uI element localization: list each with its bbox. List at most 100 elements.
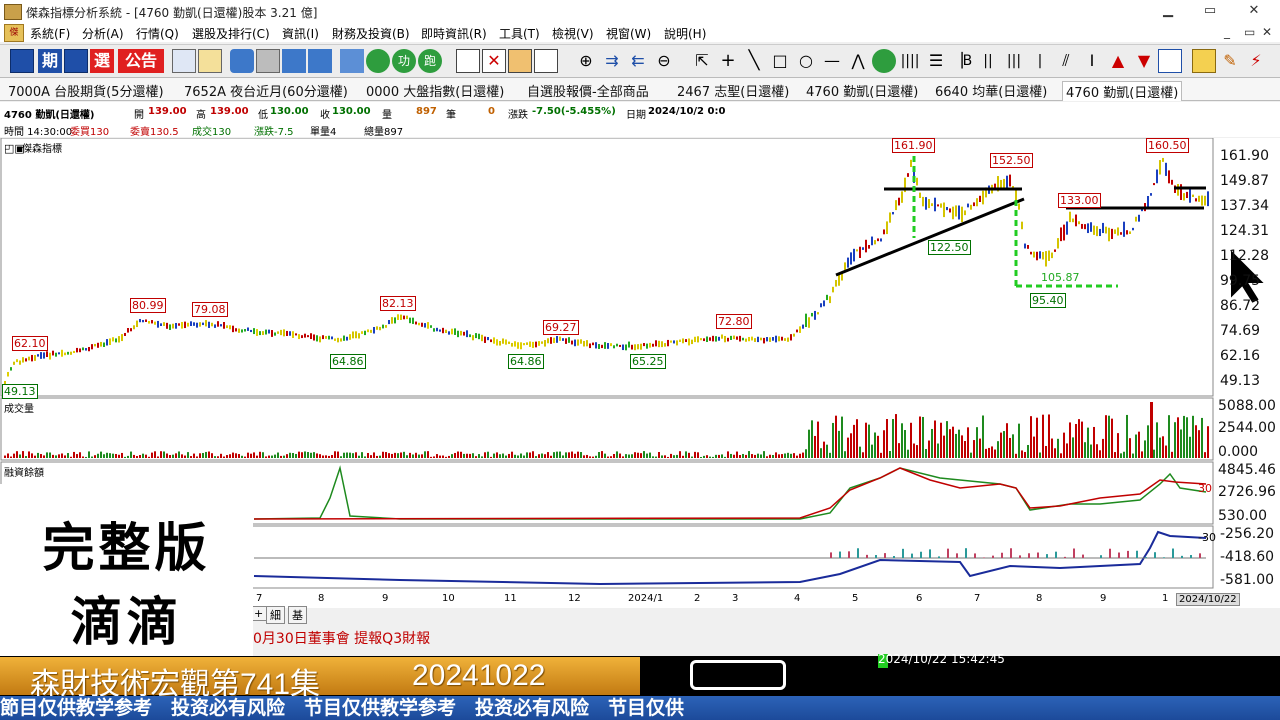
text-icon[interactable]: I: [1080, 49, 1104, 73]
hline-icon[interactable]: —: [820, 49, 844, 73]
kline-icon[interactable]: [64, 49, 88, 73]
cross-icon[interactable]: +: [716, 49, 740, 73]
tab-2467[interactable]: 2467 志聖(日還權): [677, 81, 789, 100]
camera-icon[interactable]: [230, 49, 254, 73]
price-bar: [31, 354, 33, 362]
mdi-restore-button[interactable]: ▭: [1244, 25, 1255, 39]
price-bar: [682, 338, 684, 344]
menu-realtime[interactable]: 即時資訊(R): [421, 25, 487, 42]
forward-icon[interactable]: ⇉: [600, 49, 624, 73]
volume-bar: [448, 455, 450, 458]
chart-icon[interactable]: [10, 49, 34, 73]
notebook-icon[interactable]: [1192, 49, 1216, 73]
tab-7000a[interactable]: 7000A 台股期貨(5分還權): [8, 81, 164, 100]
tab-watchlist[interactable]: 自選股報價-全部商品: [527, 81, 649, 100]
price-bar: [412, 317, 414, 324]
split-icon[interactable]: [282, 49, 306, 73]
volume-bar: [1183, 415, 1185, 458]
window-icon[interactable]: [308, 49, 332, 73]
refresh-icon[interactable]: [366, 49, 390, 73]
gong-icon[interactable]: 功: [392, 49, 416, 73]
channel-logo-icon: [690, 660, 786, 690]
tab-4760[interactable]: 4760 勤凱(日還權): [806, 81, 918, 100]
price-high-label: 62.10: [12, 336, 48, 351]
restore-button[interactable]: ▭: [1188, 2, 1232, 20]
diag-line-icon[interactable]: ╲: [742, 49, 766, 73]
back-icon[interactable]: ⇇: [626, 49, 650, 73]
paint-icon[interactable]: [198, 49, 222, 73]
power-icon[interactable]: ⚡: [1244, 49, 1268, 73]
menu-screening[interactable]: 選股及排行(C): [192, 25, 270, 42]
gann-icon[interactable]: [872, 49, 896, 73]
fan-icon[interactable]: ⋀: [846, 49, 870, 73]
line-chart-icon[interactable]: [534, 49, 558, 73]
edit-icon[interactable]: [172, 49, 196, 73]
price-bar: [40, 352, 42, 359]
price-bar: [58, 352, 60, 355]
price-bar: [553, 337, 555, 344]
price-bar: [1171, 179, 1173, 185]
news-ticker[interactable]: 0月30日董事會 提報Q3財報: [253, 628, 653, 648]
volume-bar: [823, 441, 825, 458]
price-bar: [10, 367, 12, 371]
volume-bar: [802, 452, 804, 458]
bars-icon[interactable]: ||||: [898, 49, 922, 73]
note-icon[interactable]: [456, 49, 480, 73]
tab-6640[interactable]: 6640 均華(日還權): [935, 81, 1047, 100]
menu-tools[interactable]: 工具(T): [499, 25, 540, 42]
volume-bar: [76, 454, 78, 458]
pencil-icon[interactable]: ✎: [1218, 49, 1242, 73]
minimize-button[interactable]: ▁: [1146, 2, 1190, 20]
pao-icon[interactable]: 跑: [418, 49, 442, 73]
announce-button[interactable]: 公告: [118, 49, 164, 73]
arrow-up-icon[interactable]: ▲: [1106, 49, 1130, 73]
tab-0000[interactable]: 0000 大盤指數(日還權): [366, 81, 504, 100]
menu-help[interactable]: 說明(H): [664, 25, 706, 42]
trash-icon[interactable]: [340, 49, 364, 73]
tab-4760-active[interactable]: 4760 勤凱(日還權): [1062, 81, 1183, 101]
export-icon[interactable]: [508, 49, 532, 73]
vlines-icon[interactable]: ☰: [924, 49, 948, 73]
menu-window[interactable]: 視窗(W): [606, 25, 651, 42]
price-bar: [790, 334, 792, 341]
cancel-icon[interactable]: ✕: [482, 49, 506, 73]
mdi-close-button[interactable]: ✕: [1262, 25, 1272, 39]
select-button[interactable]: 選: [90, 49, 114, 73]
tab-7652a[interactable]: 7652A 夜台近月(60分還權): [184, 81, 348, 100]
volume-bar: [523, 455, 525, 458]
period-button[interactable]: 期: [38, 49, 62, 73]
zoom-out-icon[interactable]: ⊖: [652, 49, 676, 73]
panel-menu-icon[interactable]: ◰▣: [4, 142, 25, 155]
mdi-minimize-button[interactable]: _: [1224, 25, 1230, 39]
print-icon[interactable]: [256, 49, 280, 73]
menu-info[interactable]: 資訊(I): [282, 25, 319, 42]
zoom-in-icon[interactable]: ⊕: [574, 49, 598, 73]
arrow-down-icon[interactable]: ▼: [1132, 49, 1156, 73]
parallel-icon[interactable]: ||: [976, 49, 1000, 73]
rect-icon[interactable]: □: [768, 49, 792, 73]
price-bar: [163, 322, 165, 326]
menu-view[interactable]: 檢視(V): [552, 25, 594, 42]
price-bar: [928, 199, 930, 209]
menu-quote[interactable]: 行情(Q): [136, 25, 179, 42]
x-axis-label: 2024/1: [628, 593, 664, 604]
period-line-icon[interactable]: |: [1028, 49, 1052, 73]
menu-finance[interactable]: 財務及投資(B): [332, 25, 410, 42]
volume-bar: [691, 456, 693, 458]
table-icon[interactable]: [1158, 49, 1182, 73]
channel-icon[interactable]: ⫽: [1054, 49, 1078, 73]
volume-bar: [946, 421, 948, 458]
circle-icon[interactable]: ○: [794, 49, 818, 73]
price-bar: [616, 343, 618, 347]
pointer-icon[interactable]: ⇱: [690, 49, 714, 73]
menu-bar: 傑 系統(F) 分析(A) 行情(Q) 選股及排行(C) 資訊(I) 財務及投資…: [0, 22, 1280, 42]
detail-tab[interactable]: 細: [266, 606, 285, 624]
basic-tab[interactable]: 基: [288, 606, 307, 624]
menu-system[interactable]: 系統(F): [30, 25, 70, 42]
osc-bar: [956, 553, 958, 558]
menu-analysis[interactable]: 分析(A): [82, 25, 124, 42]
price-bar: [508, 341, 510, 344]
close-button[interactable]: ✕: [1232, 2, 1276, 20]
vbars-icon[interactable]: ▕B: [950, 49, 974, 73]
vline-icon[interactable]: |||: [1002, 49, 1026, 73]
